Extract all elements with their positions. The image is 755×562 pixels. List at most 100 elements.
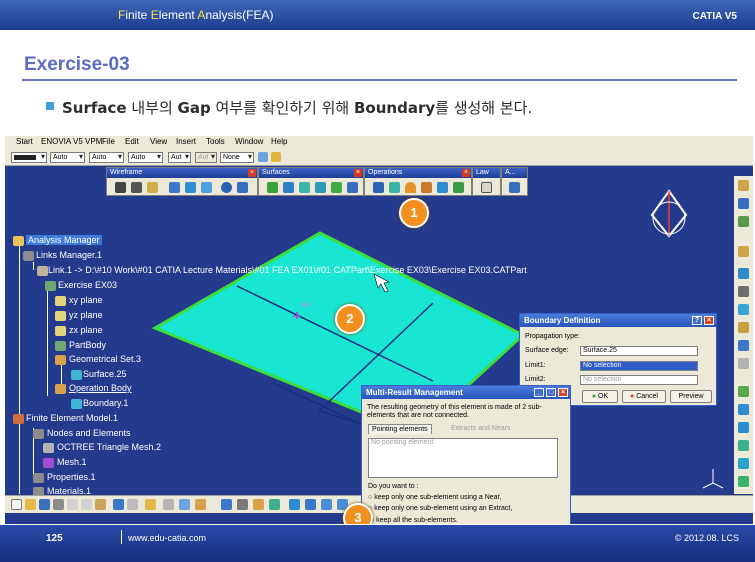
limit2-field[interactable]: No selection <box>580 375 698 385</box>
fit-all-icon[interactable] <box>289 499 300 510</box>
tree-line <box>33 262 34 270</box>
footer-copyright: © 2012.08. LCS <box>674 533 739 543</box>
axis-triad-icon <box>702 482 714 489</box>
init-label: Init <box>301 302 311 309</box>
tree-partbody[interactable]: PartBody <box>69 340 106 350</box>
tree-yz-plane[interactable]: yz plane <box>69 310 103 320</box>
operation-body-icon <box>55 384 66 394</box>
fx-icon[interactable] <box>163 499 174 510</box>
surface-edge-field[interactable]: Surface.25 <box>580 346 698 356</box>
sketch-icon[interactable] <box>738 198 749 209</box>
octree-mesh-icon <box>43 443 54 453</box>
tree-mesh[interactable]: Mesh.1 <box>57 457 87 467</box>
plane-icon <box>55 326 66 336</box>
cancel-button[interactable]: ● Cancel <box>622 390 666 403</box>
print-icon[interactable] <box>53 499 64 510</box>
dialog-title: Boundary Definition <box>524 316 601 325</box>
part-icon <box>45 281 56 291</box>
tree-part[interactable]: Exercise EX03 <box>58 280 117 290</box>
analysis-icon[interactable] <box>738 268 749 279</box>
tree-xy-plane[interactable]: xy plane <box>69 295 103 305</box>
tree-analysis-manager[interactable]: Analysis Manager <box>26 235 102 245</box>
measure-icon[interactable] <box>738 216 749 227</box>
slide-header-bar <box>0 0 755 30</box>
pointing-elements-list[interactable]: No pointing element <box>368 438 558 478</box>
propagation-type-label: Propagation type: <box>525 333 580 340</box>
page-number: 125 <box>46 533 63 544</box>
help-icon[interactable] <box>145 499 156 510</box>
minimize-icon[interactable]: _ <box>534 388 544 397</box>
pan-icon[interactable] <box>305 499 316 510</box>
tools-icon[interactable] <box>253 499 264 510</box>
tree-links-manager[interactable]: Links Manager.1 <box>36 250 102 260</box>
report-icon[interactable] <box>738 476 749 487</box>
tree-line <box>19 244 20 494</box>
close-icon[interactable]: × <box>558 388 568 397</box>
brand-label: CATIA V5 <box>692 11 737 22</box>
close-icon[interactable]: × <box>704 316 714 325</box>
hide-show-icon[interactable] <box>269 499 280 510</box>
cut-icon[interactable] <box>67 499 78 510</box>
option-extract[interactable]: ○ keep only one sub-element using an Ext… <box>368 505 512 512</box>
link-icon <box>37 266 48 276</box>
tree-nodes-elements[interactable]: Nodes and Elements <box>47 428 131 438</box>
option-keep-all[interactable]: ◉ keep all the sub-elements. <box>368 516 458 524</box>
limit1-field[interactable]: No selection <box>580 361 698 371</box>
option-near[interactable]: ○ keep only one sub-element using a Near… <box>368 494 501 501</box>
fem-icon <box>13 414 24 424</box>
open-icon[interactable] <box>25 499 36 510</box>
grid-icon[interactable] <box>738 286 749 297</box>
limit1-label: Limit1: <box>525 362 546 369</box>
callout-2: 2 <box>335 304 365 334</box>
link-tool-icon[interactable] <box>195 499 206 510</box>
preview-button[interactable]: Preview <box>670 390 712 403</box>
tree-geometrical-set[interactable]: Geometrical Set.3 <box>69 354 141 364</box>
load-icon[interactable] <box>738 404 749 415</box>
tree-operation-body[interactable]: Operation Body <box>69 383 132 393</box>
mesh-tool-icon[interactable] <box>738 304 749 315</box>
property-tool-icon[interactable] <box>738 322 749 333</box>
copy-icon[interactable] <box>81 499 92 510</box>
save-icon[interactable] <box>39 499 50 510</box>
footer-divider <box>121 530 122 544</box>
catalog-icon[interactable] <box>221 499 232 510</box>
dialog-title: Multi-Result Management <box>366 388 463 397</box>
result-icon[interactable] <box>738 458 749 469</box>
help-icon[interactable]: ? <box>692 316 702 325</box>
surface-edge-label: Surface edge: <box>525 347 569 354</box>
surface-icon <box>71 370 82 380</box>
node-tool-icon[interactable] <box>738 358 749 369</box>
restraint-icon[interactable] <box>738 386 749 397</box>
tree-zx-plane[interactable]: zx plane <box>69 325 103 335</box>
tree-octree-mesh[interactable]: OCTREE Triangle Mesh.2 <box>57 442 161 452</box>
tree-finite-element-model[interactable]: Finite Element Model.1 <box>26 413 118 423</box>
tab-pointing-elements[interactable]: Pointing elements <box>368 424 432 434</box>
maximize-icon[interactable]: □ <box>546 388 556 397</box>
paste-icon[interactable] <box>95 499 106 510</box>
boundary-tree-icon <box>71 399 82 409</box>
tree-line <box>47 286 48 396</box>
geometrical-set-icon <box>55 355 66 365</box>
material-tool-icon[interactable] <box>738 340 749 351</box>
select-icon[interactable] <box>738 180 749 191</box>
new-icon[interactable] <box>11 499 22 510</box>
redo-icon[interactable] <box>127 499 138 510</box>
pressure-icon[interactable] <box>738 422 749 433</box>
tree-properties[interactable]: Properties.1 <box>47 472 96 482</box>
right-toolbar <box>734 176 753 494</box>
analysis-manager-icon <box>13 236 24 246</box>
plane-icon <box>55 311 66 321</box>
fly-icon[interactable] <box>237 499 248 510</box>
undo-icon[interactable] <box>113 499 124 510</box>
constraint-icon[interactable] <box>738 246 749 257</box>
tree-boundary[interactable]: Boundary.1 <box>83 398 128 408</box>
ok-button[interactable]: ● OK <box>582 390 618 403</box>
rotate-icon[interactable] <box>321 499 332 510</box>
tree-link[interactable]: Link.1 -> D:\#10 Work\#01 CATIA Lecture … <box>48 265 527 275</box>
tree-surface[interactable]: Surface.25 <box>83 369 127 379</box>
footer-url: www.edu-catia.com <box>128 533 207 543</box>
instruction-text: Surface 내부의 Gap 여부를 확인하기 위해 Boundary를 생성… <box>62 99 533 117</box>
nodes-elements-icon <box>33 429 44 439</box>
compute-icon[interactable] <box>738 440 749 451</box>
comment-icon[interactable] <box>179 499 190 510</box>
